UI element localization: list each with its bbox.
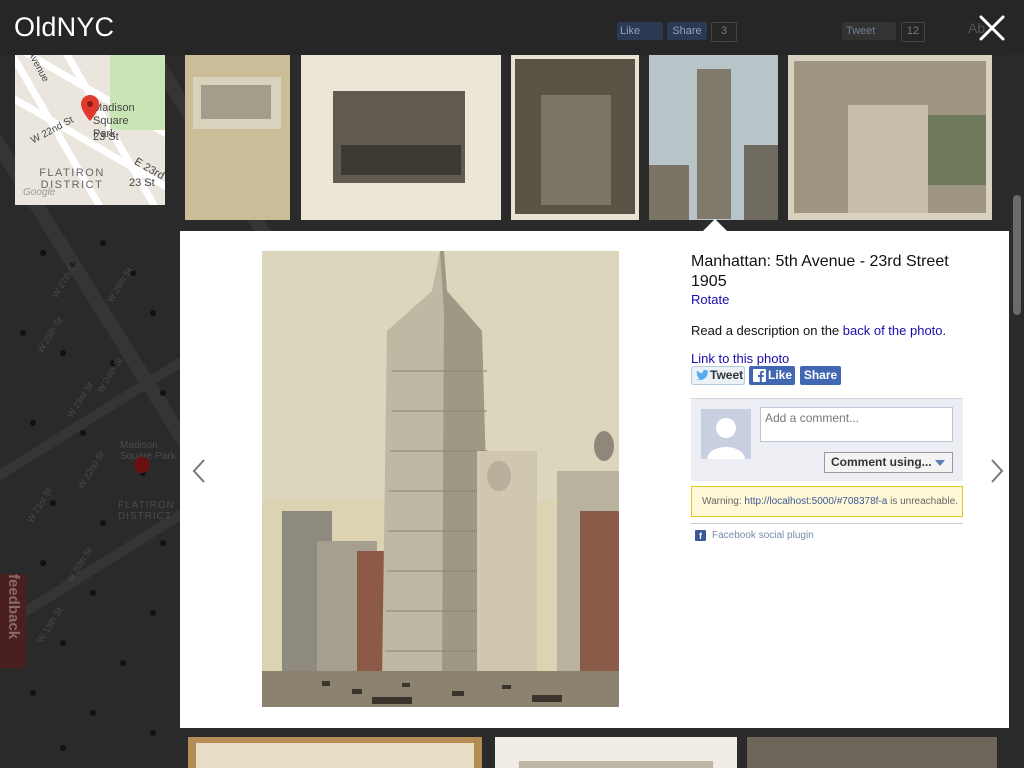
- thumb-3[interactable]: [511, 55, 639, 220]
- comment-using-label: Comment using...: [831, 455, 932, 469]
- bg-place-label: FLATIRON DISTRICT: [118, 500, 175, 522]
- top-share-count: 3: [711, 22, 737, 42]
- avatar: [701, 409, 751, 459]
- thumb-bottom-2[interactable]: [495, 737, 737, 768]
- facebook-plugin-label: Facebook social plugin: [712, 530, 814, 542]
- twitter-bird-icon: [696, 370, 709, 380]
- permalink[interactable]: Link to this photo: [691, 351, 966, 366]
- thumb-bottom-3[interactable]: [747, 737, 997, 768]
- feedback-tab[interactable]: feedback: [0, 574, 26, 668]
- photo-description: Read a description on the back of the ph…: [691, 323, 966, 338]
- thumb-4-selected[interactable]: [649, 55, 778, 220]
- facebook-plugin-footer[interactable]: f Facebook social plugin: [691, 523, 963, 541]
- top-like-button[interactable]: Like: [617, 22, 663, 40]
- warning-suffix: is unreachable.: [887, 496, 958, 507]
- thumb-bottom-1[interactable]: [188, 737, 482, 768]
- selection-notch: [703, 219, 727, 231]
- map-attribution: Google: [23, 187, 56, 198]
- bg-place-label: Madison Square Park: [120, 440, 176, 462]
- description-suffix: .: [942, 323, 947, 338]
- top-share-button[interactable]: Share: [667, 22, 707, 40]
- warning-url-link[interactable]: http://localhost:5000/#708378f-a: [744, 496, 887, 507]
- thumb-1[interactable]: [185, 55, 290, 220]
- tweet-button[interactable]: Tweet: [691, 366, 745, 385]
- mini-map[interactable]: Madison Square Park W 22nd St 23 St E 23…: [15, 55, 165, 205]
- close-icon[interactable]: [976, 12, 1008, 44]
- top-like-label: Like: [620, 25, 641, 37]
- bg-street-label: W 26th St: [105, 265, 135, 305]
- comment-input[interactable]: Add a comment...: [760, 407, 953, 442]
- bg-street-label: W 25th St: [35, 315, 65, 355]
- bg-street-label: W 21st St: [24, 485, 55, 525]
- next-arrow-icon[interactable]: [988, 458, 1006, 484]
- top-tweet-label: Tweet: [846, 25, 876, 37]
- scrollbar[interactable]: [1010, 55, 1024, 768]
- map-pin-icon: [81, 95, 99, 121]
- warning-message: Warning: http://localhost:5000/#708378f-…: [691, 486, 963, 517]
- mini-map-label: 23 St: [129, 177, 155, 189]
- rotate-link[interactable]: Rotate: [691, 292, 966, 307]
- scrollbar-thumb[interactable]: [1013, 195, 1021, 315]
- warning-prefix: Warning:: [702, 496, 745, 507]
- thumb-5[interactable]: [788, 55, 992, 220]
- share-button[interactable]: Share: [800, 366, 841, 385]
- top-tweet-count: 12: [901, 22, 925, 42]
- dropdown-caret-icon: [935, 460, 945, 466]
- prev-arrow-icon[interactable]: [190, 458, 208, 484]
- comment-box: Add a comment... Comment using...: [691, 398, 963, 481]
- thumb-2[interactable]: [301, 55, 501, 220]
- feedback-label: feedback: [5, 574, 22, 640]
- mini-map-label: 23 St: [93, 131, 119, 143]
- top-bar: OldNYC Like Share 3 Tweet 12 Ab: [0, 0, 1024, 55]
- facebook-f-icon: [753, 369, 766, 382]
- like-label: Like: [768, 368, 793, 382]
- bg-street-label: W 22nd St: [75, 449, 107, 491]
- like-button[interactable]: Like: [749, 366, 795, 385]
- bg-map-marker[interactable]: [134, 457, 150, 473]
- description-prefix: Read a description on the: [691, 323, 843, 338]
- tweet-label: Tweet: [710, 368, 744, 382]
- back-of-photo-link[interactable]: back of the photo: [843, 323, 943, 338]
- app-title[interactable]: OldNYC: [14, 12, 114, 43]
- photo-info: Manhattan: 5th Avenue - 23rd Street 1905…: [691, 252, 966, 366]
- comment-using-dropdown[interactable]: Comment using...: [824, 452, 953, 473]
- top-tweet-button[interactable]: Tweet: [842, 22, 896, 40]
- top-share-label: Share: [672, 25, 702, 37]
- photo-year: 1905: [691, 273, 727, 290]
- photo-title: Manhattan: 5th Avenue - 23rd Street: [691, 253, 949, 270]
- bg-street-label: W 19th St: [35, 605, 65, 645]
- facebook-f-icon: f: [695, 530, 706, 541]
- main-photo[interactable]: [262, 251, 619, 707]
